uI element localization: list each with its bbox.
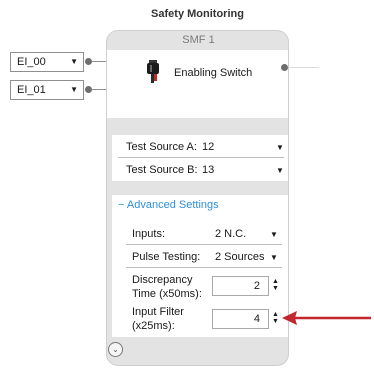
test-source-a-value[interactable]: 12 [202,141,214,153]
collapse-icon: − [118,199,125,211]
connector-dot-ei-00-out[interactable] [85,58,92,65]
block-top-panel [107,50,288,118]
discrepancy-time-label-line2: Time (x50ms): [132,288,202,300]
input-select-ei-00[interactable]: EI_00 ▼ [10,52,84,72]
test-source-b-value[interactable]: 13 [202,164,214,176]
chevron-down-circle-icon[interactable]: ⌄ [108,342,123,357]
caret-down-icon[interactable]: ▼ [270,230,278,239]
discrepancy-time-label-line1: Discrepancy [132,274,193,286]
input-filter-value[interactable]: 4 [254,313,260,325]
divider [118,157,284,158]
annotation-arrow [282,311,371,325]
block-header: SMF 1 [182,34,215,46]
pulse-testing-value[interactable]: 2 Sources [215,251,265,263]
inputs-setting-label: Inputs: [132,228,166,240]
caret-down-icon[interactable]: ▼ [270,253,278,262]
spinner-arrows-icon[interactable]: ▲ ▼ [272,278,279,292]
divider [126,244,282,245]
input-select-label: EI_01 [17,84,46,96]
input-filter-spinner[interactable]: 4 [212,309,269,329]
advanced-settings-toggle[interactable]: − Advanced Settings [118,199,219,211]
inputs-setting-value[interactable]: 2 N.C. [215,228,246,240]
caret-down-icon[interactable]: ▼ [276,166,284,175]
connector-dot-output[interactable] [281,64,288,71]
connection-line [92,89,107,90]
caret-down-icon: ▼ [70,85,78,94]
spinner-arrows-icon[interactable]: ▲ ▼ [272,311,279,325]
advanced-settings-label: Advanced Settings [126,199,219,211]
discrepancy-time-spinner[interactable]: 2 [212,276,269,296]
input-select-ei-01[interactable]: EI_01 ▼ [10,80,84,100]
window-title: Safety Monitoring [151,8,244,20]
connection-line [92,61,107,62]
test-source-a-label: Test Source A: [126,141,197,153]
test-source-b-label: Test Source B: [126,164,198,176]
connector-dot-ei-01-out[interactable] [85,86,92,93]
function-label: Enabling Switch [174,67,253,79]
caret-down-icon[interactable]: ▼ [276,143,284,152]
discrepancy-time-value[interactable]: 2 [254,280,260,292]
caret-down-icon: ▼ [70,57,78,66]
discrepancy-time-label: Discrepancy Time (x50ms): [132,273,202,301]
input-filter-label-line1: Input Filter [132,306,184,318]
pulse-testing-label: Pulse Testing: [132,251,201,263]
enabling-switch-icon [146,60,160,86]
input-select-label: EI_00 [17,56,46,68]
input-filter-label: Input Filter (x25ms): [132,305,184,333]
connection-line [289,67,319,68]
divider [126,267,282,268]
input-filter-label-line2: (x25ms): [132,320,175,332]
